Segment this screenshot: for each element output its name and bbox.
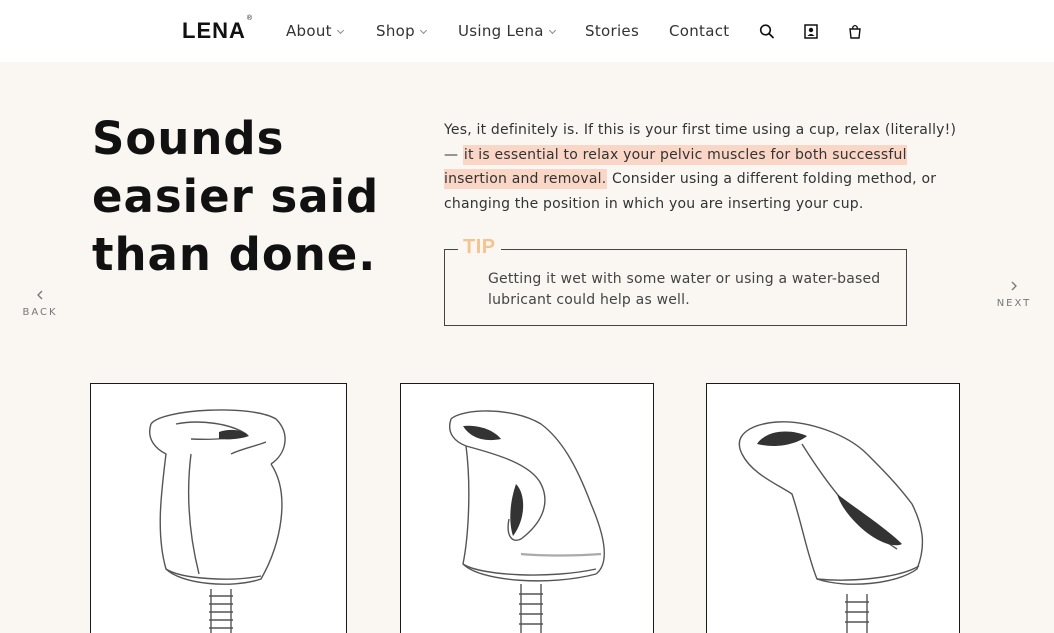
cup-fold-illustration-1 (149, 409, 286, 633)
next-button[interactable]: NEXT (994, 280, 1034, 309)
back-label: BACK (22, 307, 58, 318)
tip-box: TIP Getting it wet with some water or us… (444, 236, 907, 326)
lena-logo[interactable]: LENA® (182, 14, 254, 44)
back-button[interactable]: BACK (20, 289, 60, 318)
nav-item-label: Shop (376, 22, 415, 40)
nav-item-using-lena[interactable]: Using Lena (458, 22, 556, 40)
site-header: LENA® About Shop Using Lena Stories Cont… (0, 0, 1054, 62)
registered-mark: ® (246, 14, 254, 22)
nav-item-shop[interactable]: Shop (376, 22, 427, 40)
nav-item-label: Stories (585, 22, 640, 40)
chevron-down-icon (548, 26, 556, 35)
nav-item-label: About (286, 22, 332, 40)
logo-text: LENA (182, 18, 246, 43)
cart-icon[interactable] (847, 22, 863, 40)
fold-card-2 (400, 383, 654, 633)
nav-item-stories[interactable]: Stories (585, 22, 639, 40)
chevron-right-icon (1011, 281, 1017, 291)
next-label: NEXT (996, 298, 1032, 309)
nav-item-label: Contact (669, 22, 730, 40)
nav-item-contact[interactable]: Contact (669, 22, 729, 40)
cup-fold-illustration-2 (449, 410, 605, 633)
fold-card-1 (90, 383, 347, 633)
fold-card-3 (706, 383, 960, 633)
account-icon[interactable] (803, 22, 819, 40)
tip-label: TIP (458, 236, 501, 259)
nav-item-label: Using Lena (458, 22, 544, 40)
chevron-down-icon (419, 26, 427, 35)
search-icon[interactable] (759, 22, 775, 40)
body-paragraph: Yes, it definitely is. If this is your f… (444, 118, 964, 216)
tip-text: Getting it wet with some water or using … (488, 271, 881, 308)
nav-item-about[interactable]: About (286, 22, 344, 40)
chevron-left-icon (37, 290, 43, 300)
cup-fold-illustration-3 (738, 421, 924, 633)
section-headline: Sounds easier said than done. (92, 112, 380, 281)
chevron-down-icon (336, 26, 344, 35)
